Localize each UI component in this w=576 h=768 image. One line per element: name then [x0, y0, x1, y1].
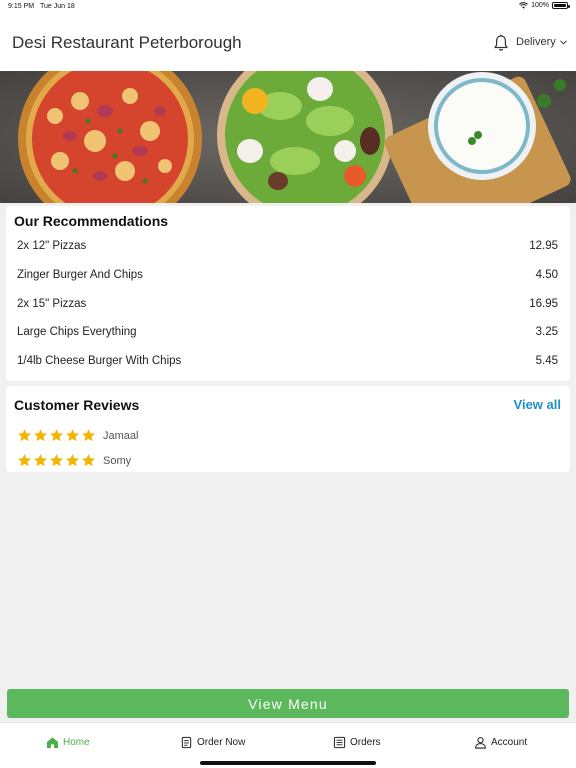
star-icon	[66, 454, 79, 467]
recommendation-item[interactable]: 2x 12" Pizzas 12.95	[6, 232, 570, 261]
bottom-tab-bar: Home Order Now Orders Account	[0, 722, 576, 768]
tab-label: Home	[63, 737, 90, 748]
recommendation-item[interactable]: Large Chips Everything 3.25	[6, 318, 570, 347]
salad-graphic	[217, 71, 393, 203]
chevron-down-icon	[559, 39, 567, 45]
item-name: Zinger Burger And Chips	[17, 269, 143, 282]
reviewer-name: Jamaal	[103, 429, 139, 442]
reviews-title: Customer Reviews	[14, 397, 140, 413]
item-price: 16.95	[529, 297, 558, 310]
banner-artwork	[0, 71, 576, 203]
item-name: Large Chips Everything	[17, 326, 137, 339]
recommendations-list: 2x 12" Pizzas 12.95 Zinger Burger And Ch…	[6, 232, 570, 375]
battery-icon	[552, 2, 570, 9]
review-item[interactable]: Jamaal	[17, 428, 138, 443]
view-menu-button[interactable]: View Menu	[7, 689, 569, 718]
tab-account[interactable]: Account	[474, 736, 527, 749]
item-name: 1/4lb Cheese Burger With Chips	[17, 355, 182, 368]
orders-icon	[333, 736, 346, 749]
item-price: 4.50	[535, 269, 558, 282]
app-header: Desi Restaurant Peterborough Delivery	[0, 14, 576, 71]
customer-reviews-card: Customer Reviews View all Jamaal Somy	[6, 386, 570, 472]
star-icon	[50, 454, 63, 467]
star-rating	[17, 428, 96, 443]
restaurant-title: Desi Restaurant Peterborough	[12, 33, 242, 52]
recommendation-item[interactable]: 1/4lb Cheese Burger With Chips 5.45	[6, 347, 570, 376]
star-icon	[18, 454, 31, 467]
tab-home[interactable]: Home	[46, 736, 90, 749]
star-icon	[34, 454, 47, 467]
status-bar: 9:15 PM Tue Jun 18 100%	[0, 0, 576, 14]
tab-label: Account	[491, 737, 528, 748]
star-rating	[17, 453, 96, 468]
review-item[interactable]: Somy	[17, 453, 131, 468]
wifi-icon	[519, 2, 529, 9]
recommendations-title: Our Recommendations	[14, 213, 169, 229]
item-price: 5.45	[535, 355, 558, 368]
bell-icon[interactable]	[493, 34, 509, 52]
pizza-graphic	[18, 71, 202, 203]
star-icon	[82, 429, 95, 442]
tab-orders[interactable]: Orders	[333, 736, 381, 749]
view-all-reviews-link[interactable]: View all	[514, 397, 561, 412]
item-name: 2x 12" Pizzas	[17, 240, 87, 253]
star-icon	[82, 454, 95, 467]
star-icon	[50, 429, 63, 442]
recommendation-item[interactable]: Zinger Burger And Chips 4.50	[6, 261, 570, 290]
item-price: 3.25	[535, 326, 558, 339]
tab-label: Order Now	[197, 737, 246, 748]
status-right: 100%	[519, 2, 570, 9]
home-icon	[46, 737, 59, 749]
status-date: Tue Jun 18	[40, 3, 75, 10]
order-list-icon	[181, 736, 192, 749]
recommendation-item[interactable]: 2x 15" Pizzas 16.95	[6, 289, 570, 318]
user-icon	[475, 737, 486, 749]
status-time: 9:15 PM	[8, 3, 35, 10]
tab-label: Orders	[350, 737, 381, 748]
food-banner-image	[0, 71, 576, 203]
star-icon	[66, 429, 79, 442]
battery-percent: 100%	[531, 2, 549, 9]
item-price: 12.95	[529, 240, 558, 253]
star-icon	[34, 429, 47, 442]
item-name: 2x 15" Pizzas	[17, 297, 87, 310]
delivery-label: Delivery	[516, 36, 556, 48]
home-indicator	[200, 761, 376, 765]
reviewer-name: Somy	[103, 454, 132, 467]
star-icon	[18, 429, 31, 442]
recommendations-card: Our Recommendations 2x 12" Pizzas 12.95 …	[6, 206, 570, 381]
delivery-selector[interactable]: Delivery	[516, 36, 567, 48]
tab-order-now[interactable]: Order Now	[180, 736, 245, 749]
